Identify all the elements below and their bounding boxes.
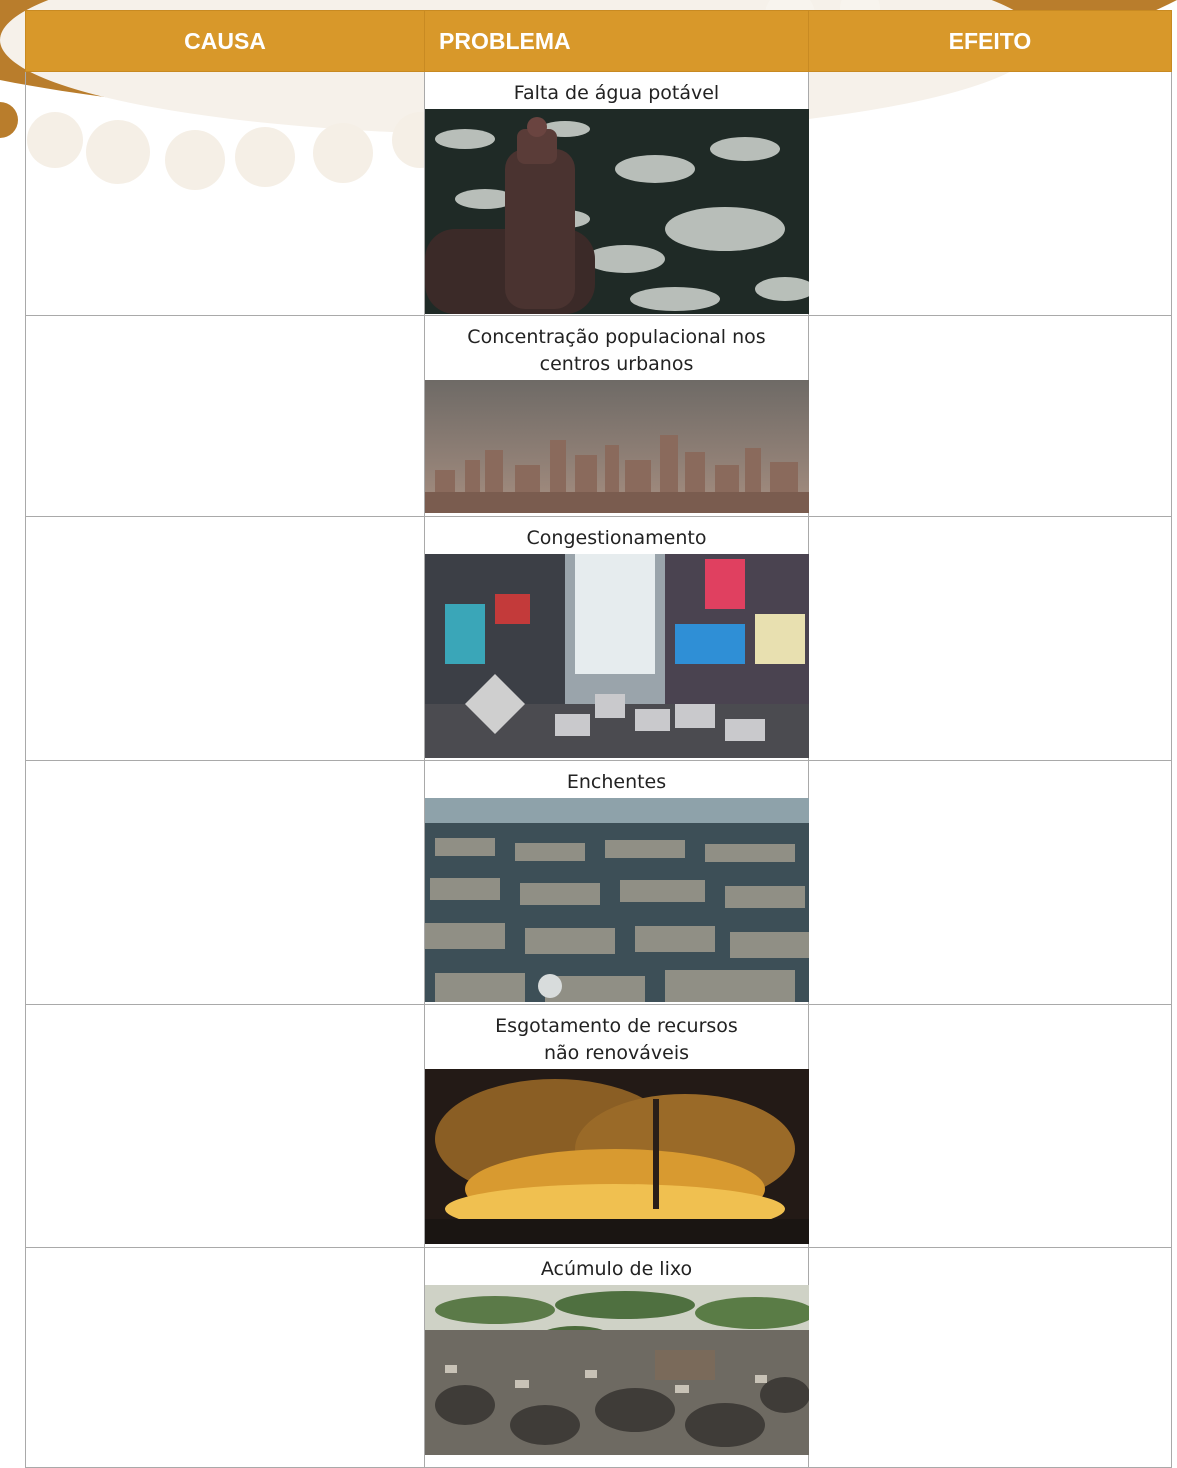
header-problem: PROBLEMA	[424, 10, 809, 72]
header-cause: CAUSA	[25, 10, 425, 72]
problem-cell: Congestionamento	[424, 516, 809, 761]
traffic-street-photo	[425, 554, 809, 758]
cause-cell[interactable]	[25, 71, 425, 316]
problem-label: Congestionamento	[526, 527, 707, 549]
problem-cell: Acúmulo de lixo	[424, 1247, 809, 1468]
cause-cell[interactable]	[25, 1247, 425, 1468]
cause-problem-effect-table: CAUSA PROBLEMA EFEITO Falta de água potá…	[25, 10, 1172, 1468]
water-pipe-photo	[425, 109, 809, 314]
garbage-dump-photo	[425, 1285, 809, 1455]
flooded-neighborhood-photo	[425, 798, 809, 1002]
effect-cell[interactable]	[808, 1247, 1172, 1468]
table-row: Falta de água potável	[25, 71, 1172, 316]
problem-label: Concentração populacional nos centros ur…	[467, 326, 766, 375]
table-row: Acúmulo de lixo	[25, 1247, 1172, 1468]
table-row: Congestionamento	[25, 516, 1172, 761]
problem-cell: Concentração populacional nos centros ur…	[424, 315, 809, 517]
problem-label: Falta de água potável	[513, 82, 720, 104]
problem-label: Enchentes	[566, 771, 667, 793]
table-header-row: CAUSA PROBLEMA EFEITO	[25, 10, 1172, 72]
refinery-fire-photo	[425, 1069, 809, 1244]
cause-cell[interactable]	[25, 760, 425, 1005]
problem-label: Esgotamento de recursos não renováveis	[495, 1015, 738, 1064]
effect-cell[interactable]	[808, 760, 1172, 1005]
cause-cell[interactable]	[25, 315, 425, 517]
cause-cell[interactable]	[25, 1004, 425, 1248]
effect-cell[interactable]	[808, 1004, 1172, 1248]
effect-cell[interactable]	[808, 516, 1172, 761]
effect-cell[interactable]	[808, 315, 1172, 517]
table-row: Enchentes	[25, 760, 1172, 1005]
header-effect: EFEITO	[808, 10, 1172, 72]
problem-cell: Enchentes	[424, 760, 809, 1005]
problem-cell: Falta de água potável	[424, 71, 809, 316]
effect-cell[interactable]	[808, 71, 1172, 316]
table-row: Concentração populacional nos centros ur…	[25, 315, 1172, 517]
problem-cell: Esgotamento de recursos não renováveis	[424, 1004, 809, 1248]
urban-skyline-photo	[425, 380, 809, 513]
table-row: Esgotamento de recursos não renováveis	[25, 1004, 1172, 1248]
problem-label: Acúmulo de lixo	[540, 1258, 693, 1280]
cause-cell[interactable]	[25, 516, 425, 761]
